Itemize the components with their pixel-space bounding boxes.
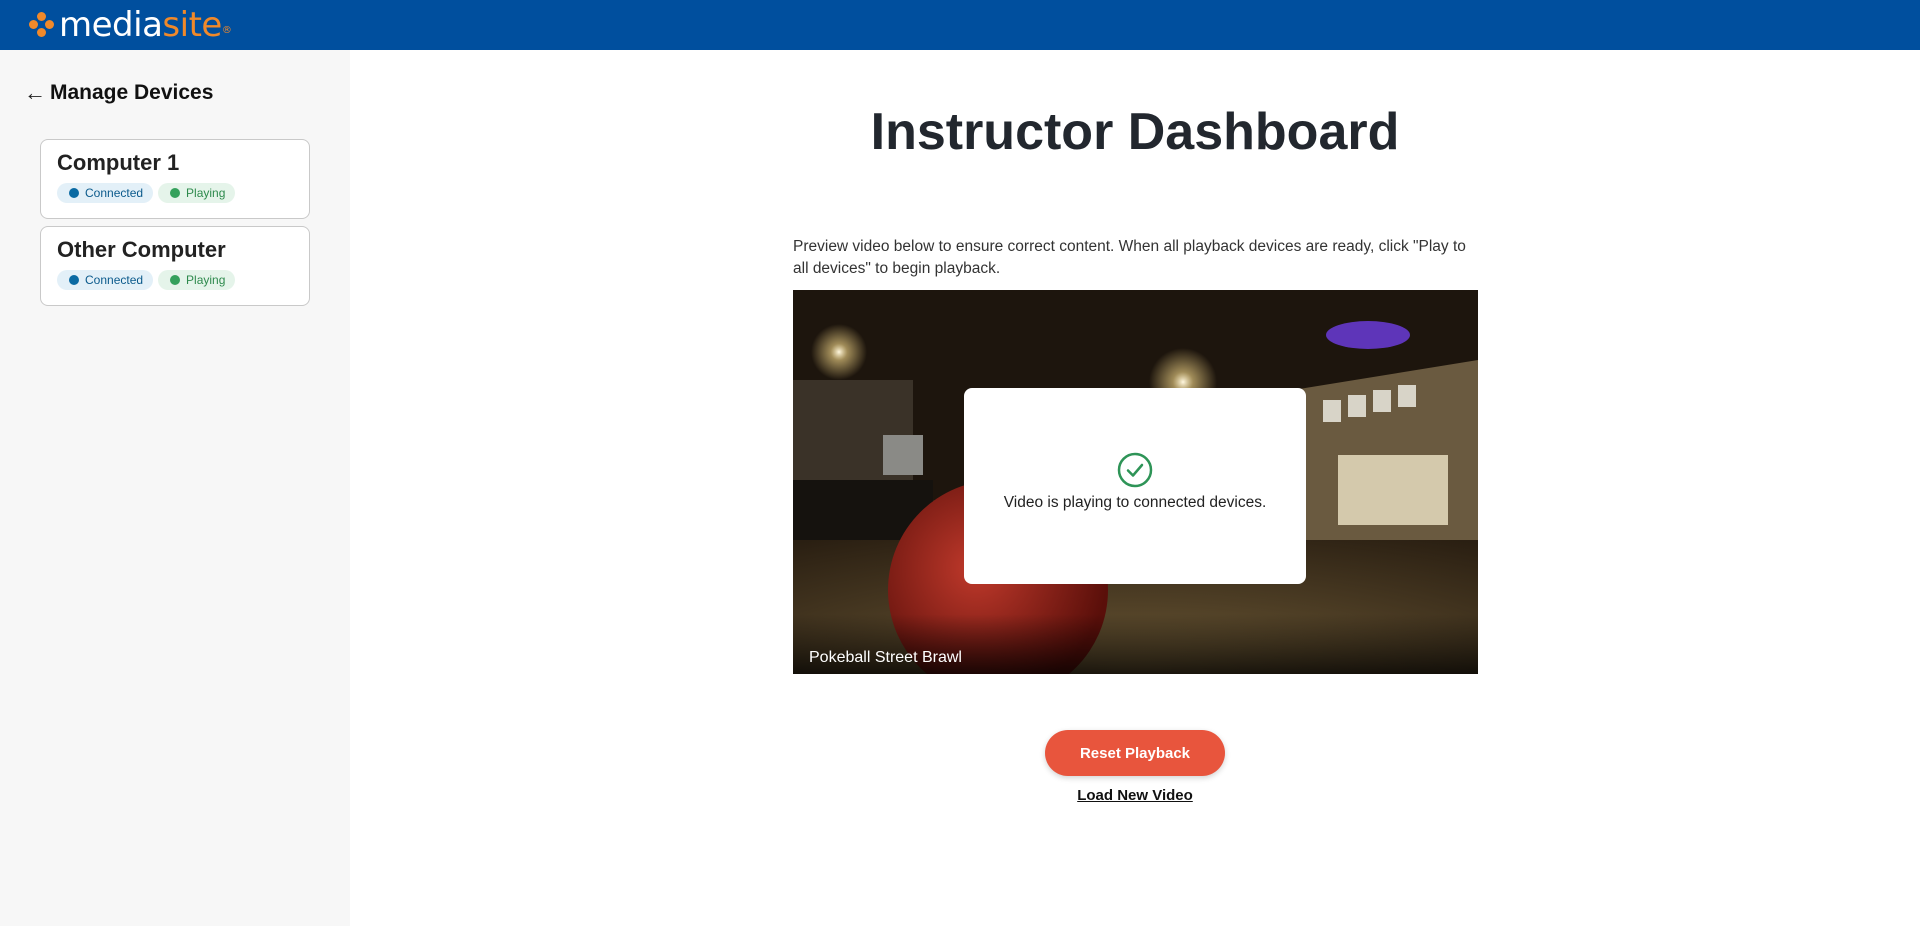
playing-badge-label: Playing: [186, 186, 226, 200]
sidebar: ← Manage Devices Computer 1 Connected Pl…: [0, 50, 350, 926]
device-name: Other Computer: [57, 237, 226, 262]
load-new-video-row: Load New Video: [350, 786, 1920, 806]
top-bar: mediasite®: [0, 0, 1920, 50]
connected-badge: Connected: [57, 270, 154, 290]
playing-badge: Playing: [158, 183, 236, 203]
device-card-computer-1[interactable]: Computer 1 Connected Playing: [40, 139, 310, 219]
load-new-video-link[interactable]: Load New Video: [1077, 787, 1193, 804]
device-name: Computer 1: [57, 150, 180, 175]
page-title: Instructor Dashboard: [870, 103, 1400, 161]
manage-devices-back-link[interactable]: ← Manage Devices: [24, 80, 213, 106]
logo-registered-mark: ®: [221, 25, 232, 36]
logo-dots-icon: [29, 12, 55, 38]
reset-playback-button[interactable]: Reset Playback: [1045, 730, 1225, 776]
video-player[interactable]: Pokeball Street Brawl Video is playing t…: [793, 290, 1478, 674]
playing-badge-label: Playing: [186, 273, 226, 287]
playback-status-message: Video is playing to connected devices.: [1003, 494, 1267, 511]
status-dot-icon: [170, 188, 181, 198]
instructions-text: Preview video below to ensure correct co…: [793, 238, 1466, 277]
playback-status-dialog: Video is playing to connected devices.: [964, 388, 1306, 584]
status-dot-icon: [69, 188, 79, 198]
check-circle-icon: [1117, 452, 1153, 488]
device-status-badges: Connected Playing: [57, 183, 293, 203]
status-dot-icon: [69, 275, 79, 285]
sidebar-title: Manage Devices: [50, 81, 214, 104]
mediasite-logo[interactable]: mediasite®: [29, 5, 232, 45]
connected-badge-label: Connected: [85, 273, 144, 287]
status-dot-icon: [170, 275, 181, 285]
logo-site-text: site: [162, 5, 222, 45]
logo-media-text: media: [59, 5, 163, 45]
arrow-left-icon: ←: [24, 80, 46, 105]
device-status-badges: Connected Playing: [57, 270, 293, 290]
connected-badge: Connected: [57, 183, 154, 203]
connected-badge-label: Connected: [85, 186, 144, 200]
video-title: Pokeball Street Brawl: [809, 649, 962, 666]
logo-text: mediasite®: [59, 5, 232, 45]
device-card-other-computer[interactable]: Other Computer Connected Playing: [40, 226, 310, 306]
playing-badge: Playing: [158, 270, 236, 290]
